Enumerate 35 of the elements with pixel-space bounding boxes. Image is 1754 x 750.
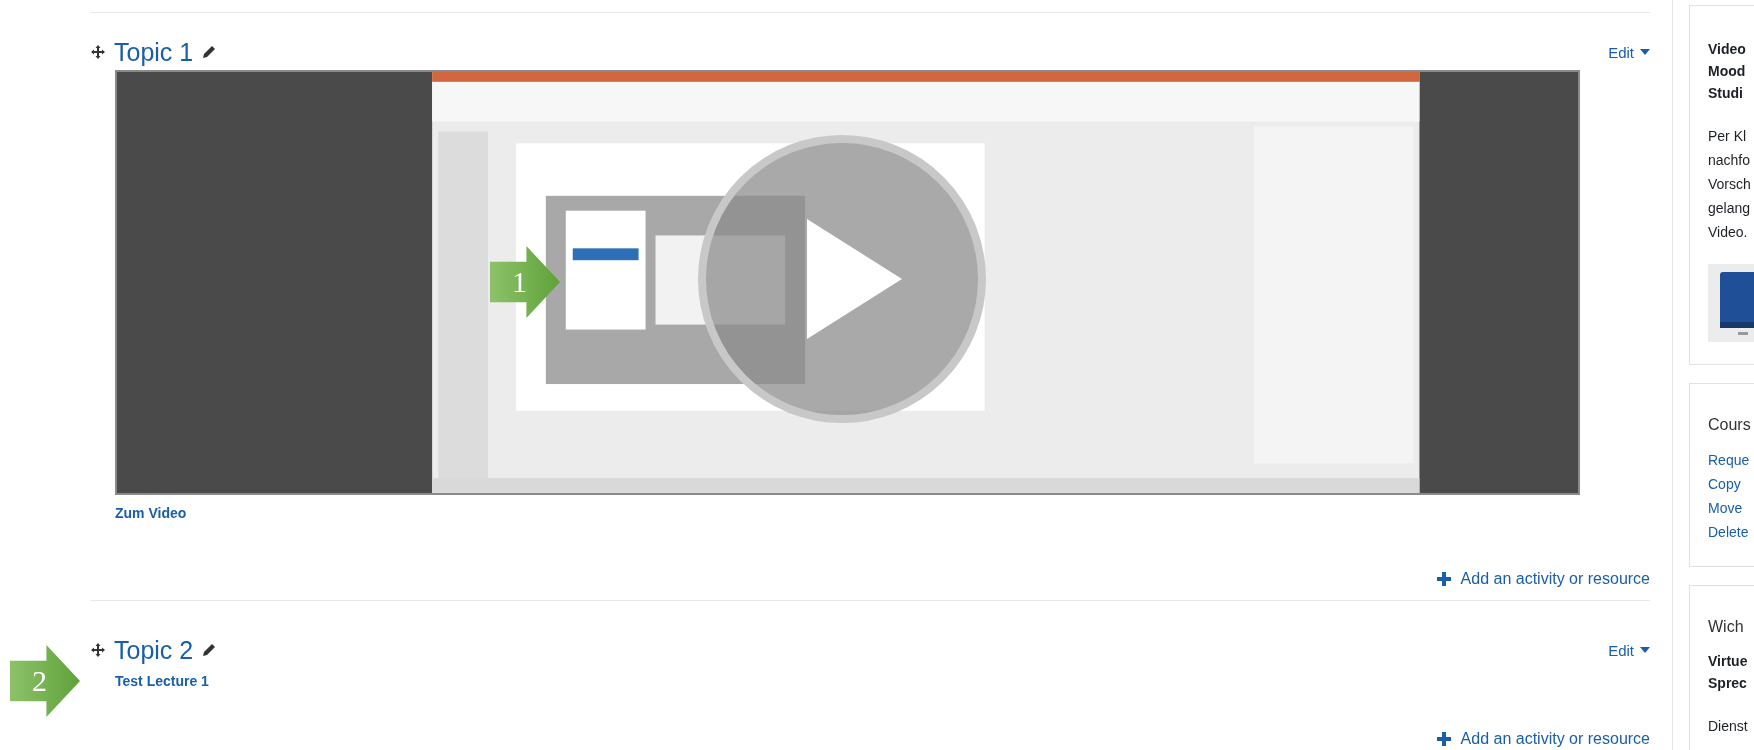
block-link[interactable]: Reque: [1708, 448, 1754, 472]
block-title: Cours: [1708, 416, 1752, 434]
block-text-line: Vorsch: [1708, 175, 1752, 194]
block-title: Wich: [1708, 618, 1745, 636]
plus-icon: [1436, 572, 1451, 586]
pencil-icon[interactable]: [201, 642, 218, 658]
caret-icon: [1640, 647, 1650, 653]
block-link[interactable]: Delete: [1708, 520, 1754, 544]
block-text-line: Per Kl: [1708, 127, 1748, 146]
block-heading-line: Sprec: [1708, 674, 1748, 693]
section-title[interactable]: Topic 2: [114, 635, 194, 665]
block-link[interactable]: Move: [1708, 496, 1754, 520]
block-heading-line: Virtue: [1708, 652, 1749, 671]
add-activity-link[interactable]: Add an activity or resource: [1436, 730, 1650, 748]
section-title[interactable]: Topic 1: [114, 37, 194, 67]
pencil-icon[interactable]: [201, 44, 218, 60]
block-heading-line: Mood: [1708, 62, 1747, 81]
block-heading-line: Studi: [1708, 84, 1744, 103]
move-icon[interactable]: [90, 642, 106, 658]
block-text-line: nachfo: [1708, 151, 1752, 170]
block-text-line: gelang: [1708, 199, 1752, 218]
add-activity-link[interactable]: Add an activity or resource: [1436, 570, 1650, 588]
activity-link[interactable]: Zum Video: [115, 505, 187, 521]
caret-icon: [1640, 49, 1650, 55]
plus-icon: [1436, 732, 1451, 746]
step-callout: 2: [10, 645, 80, 717]
move-icon[interactable]: [90, 44, 106, 60]
activity-link[interactable]: Test Lecture 1: [115, 673, 209, 689]
block-text-line: Video.: [1708, 223, 1749, 242]
block-text-line: Dienst: [1708, 717, 1749, 736]
edit-menu[interactable]: Edit: [1608, 641, 1650, 659]
block-heading-line: Video: [1708, 40, 1747, 59]
block-link[interactable]: Copy: [1708, 472, 1754, 496]
play-icon[interactable]: [697, 134, 987, 424]
edit-menu[interactable]: Edit: [1608, 43, 1650, 61]
